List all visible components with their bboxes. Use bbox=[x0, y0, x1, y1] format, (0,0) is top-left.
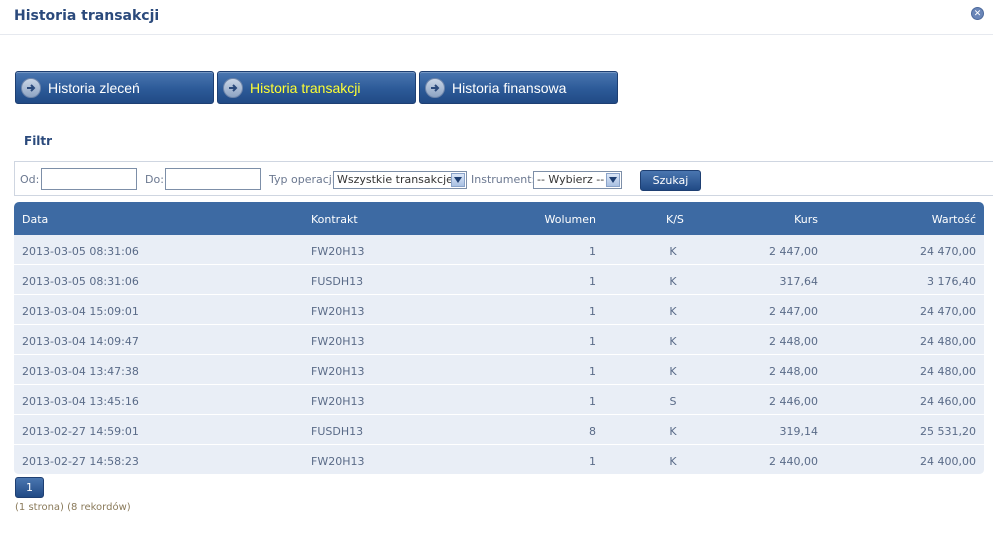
cell-ks: K bbox=[669, 425, 677, 438]
cell-ks: K bbox=[669, 455, 677, 468]
cell-kurs: 2 440,00 bbox=[769, 455, 818, 468]
cell-data: 2013-03-04 13:47:38 bbox=[22, 365, 139, 378]
page-title: Historia transakcji bbox=[14, 8, 160, 24]
cell-ks: K bbox=[669, 305, 677, 318]
instrument-select[interactable]: -- Wybierz -- bbox=[533, 171, 622, 189]
operation-type-label: Typ operacji bbox=[269, 173, 335, 186]
cell-ks: K bbox=[669, 335, 677, 348]
cell-kontrakt: FW20H13 bbox=[311, 245, 365, 258]
cell-kurs: 2 447,00 bbox=[769, 245, 818, 258]
tab-historia-finansowa[interactable]: Historia finansowa bbox=[419, 71, 618, 104]
table-row: 2013-03-04 13:47:38 FW20H13 1 K 2 448,00… bbox=[14, 355, 984, 385]
table-row: 2013-03-05 08:31:06 FUSDH13 1 K 317,64 3… bbox=[14, 265, 984, 295]
table-row: 2013-02-27 14:59:01 FUSDH13 8 K 319,14 2… bbox=[14, 415, 984, 445]
cell-wolumen: 1 bbox=[589, 365, 596, 378]
cell-data: 2013-03-04 15:09:01 bbox=[22, 305, 139, 318]
cell-kontrakt: FW20H13 bbox=[311, 305, 365, 318]
pager-info: (1 strona) (8 rekordów) bbox=[15, 502, 131, 513]
cell-wartosc: 24 480,00 bbox=[920, 365, 976, 378]
tab-label: Historia finansowa bbox=[452, 80, 567, 96]
cell-kurs: 319,14 bbox=[779, 425, 819, 438]
cell-kontrakt: FUSDH13 bbox=[311, 275, 364, 288]
cell-data: 2013-03-05 08:31:06 bbox=[22, 275, 139, 288]
column-header-ks[interactable]: K/S bbox=[666, 213, 684, 226]
cell-wartosc: 3 176,40 bbox=[927, 275, 976, 288]
cell-wolumen: 8 bbox=[589, 425, 596, 438]
cell-kontrakt: FW20H13 bbox=[311, 455, 365, 468]
tab-label: Historia zleceń bbox=[48, 80, 140, 96]
cell-wolumen: 1 bbox=[589, 395, 596, 408]
chevron-down-icon bbox=[451, 173, 465, 187]
cell-wartosc: 24 400,00 bbox=[920, 455, 976, 468]
tab-historia-transakcji[interactable]: Historia transakcji bbox=[217, 71, 416, 104]
column-header-kurs[interactable]: Kurs bbox=[794, 213, 818, 226]
table-row: 2013-03-04 13:45:16 FW20H13 1 S 2 446,00… bbox=[14, 385, 984, 415]
cell-data: 2013-03-05 08:31:06 bbox=[22, 245, 139, 258]
page-button[interactable]: 1 bbox=[15, 477, 44, 498]
tab-historia-zlecen[interactable]: Historia zleceń bbox=[15, 71, 214, 104]
column-header-kontrakt[interactable]: Kontrakt bbox=[311, 213, 358, 226]
arrow-right-icon bbox=[425, 78, 445, 98]
cell-ks: S bbox=[669, 395, 677, 408]
operation-type-value: Wszystkie transakcje bbox=[337, 173, 453, 186]
arrow-right-icon bbox=[21, 78, 41, 98]
cell-wartosc: 24 470,00 bbox=[920, 305, 976, 318]
cell-ks: K bbox=[669, 365, 677, 378]
table-row: 2013-02-27 14:58:23 FW20H13 1 K 2 440,00… bbox=[14, 445, 984, 475]
cell-kurs: 2 448,00 bbox=[769, 335, 818, 348]
transactions-table: Data Kontrakt Wolumen K/S Kurs Wartość 2… bbox=[14, 202, 984, 475]
instrument-label: Instrument: bbox=[471, 173, 536, 186]
table-row: 2013-03-05 08:31:06 FW20H13 1 K 2 447,00… bbox=[14, 235, 984, 265]
cell-kontrakt: FW20H13 bbox=[311, 395, 365, 408]
cell-data: 2013-03-04 13:45:16 bbox=[22, 395, 139, 408]
to-label: Do: bbox=[145, 173, 164, 186]
cell-wartosc: 24 480,00 bbox=[920, 335, 976, 348]
cell-kurs: 317,64 bbox=[779, 275, 819, 288]
from-label: Od: bbox=[20, 173, 40, 186]
cell-data: 2013-03-04 14:09:47 bbox=[22, 335, 139, 348]
cell-wolumen: 1 bbox=[589, 275, 596, 288]
instrument-value: -- Wybierz -- bbox=[537, 173, 605, 186]
cell-kontrakt: FW20H13 bbox=[311, 335, 365, 348]
cell-wartosc: 24 460,00 bbox=[920, 395, 976, 408]
cell-data: 2013-02-27 14:58:23 bbox=[22, 455, 139, 468]
column-header-data[interactable]: Data bbox=[22, 213, 48, 226]
cell-ks: K bbox=[669, 245, 677, 258]
from-date-input[interactable] bbox=[41, 168, 137, 190]
to-date-input[interactable] bbox=[165, 168, 261, 190]
close-icon[interactable]: ✕ bbox=[971, 7, 984, 20]
chevron-down-icon bbox=[606, 173, 620, 187]
table-header: Data Kontrakt Wolumen K/S Kurs Wartość bbox=[14, 202, 984, 235]
cell-wolumen: 1 bbox=[589, 245, 596, 258]
cell-kontrakt: FUSDH13 bbox=[311, 425, 364, 438]
cell-wartosc: 24 470,00 bbox=[920, 245, 976, 258]
dialog-header: Historia transakcji ✕ bbox=[0, 0, 993, 35]
filter-heading: Filtr bbox=[24, 134, 53, 148]
cell-wolumen: 1 bbox=[589, 305, 596, 318]
cell-ks: K bbox=[669, 275, 677, 288]
table-row: 2013-03-04 15:09:01 FW20H13 1 K 2 447,00… bbox=[14, 295, 984, 325]
tab-label: Historia transakcji bbox=[250, 80, 361, 96]
cell-wartosc: 25 531,20 bbox=[920, 425, 976, 438]
search-button[interactable]: Szukaj bbox=[640, 170, 701, 191]
filter-bar: Od: Do: Typ operacji Wszystkie transakcj… bbox=[14, 161, 993, 196]
column-header-wolumen[interactable]: Wolumen bbox=[545, 213, 596, 226]
cell-kurs: 2 446,00 bbox=[769, 395, 818, 408]
cell-wolumen: 1 bbox=[589, 335, 596, 348]
arrow-right-icon bbox=[223, 78, 243, 98]
cell-kurs: 2 448,00 bbox=[769, 365, 818, 378]
cell-wolumen: 1 bbox=[589, 455, 596, 468]
table-row: 2013-03-04 14:09:47 FW20H13 1 K 2 448,00… bbox=[14, 325, 984, 355]
cell-kontrakt: FW20H13 bbox=[311, 365, 365, 378]
table-body: 2013-03-05 08:31:06 FW20H13 1 K 2 447,00… bbox=[14, 235, 984, 475]
cell-data: 2013-02-27 14:59:01 bbox=[22, 425, 139, 438]
column-header-wartosc[interactable]: Wartość bbox=[932, 213, 976, 226]
operation-type-select[interactable]: Wszystkie transakcje bbox=[333, 171, 467, 189]
cell-kurs: 2 447,00 bbox=[769, 305, 818, 318]
